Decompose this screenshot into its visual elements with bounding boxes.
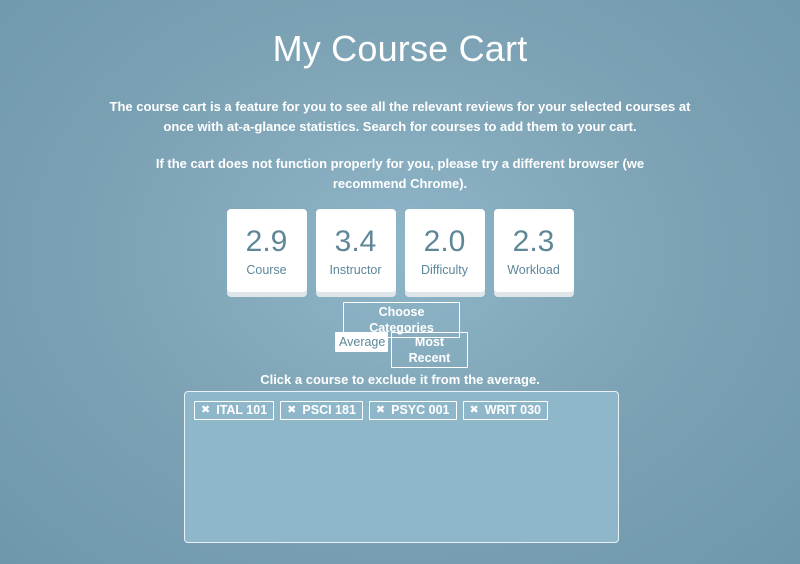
course-chip-ital-101[interactable]: ✖ ITAL 101: [194, 401, 275, 420]
remove-icon[interactable]: ✖: [287, 402, 296, 419]
stat-card-difficulty: 2.0 Difficulty: [404, 209, 485, 292]
stat-card-instructor: 3.4 Instructor: [315, 209, 396, 292]
stat-card-course: 2.9 Course: [226, 209, 307, 292]
stat-label: Course: [246, 263, 287, 277]
course-chip-label: WRIT 030: [484, 403, 541, 417]
most-recent-toggle-button[interactable]: Most Recent: [391, 332, 468, 368]
cart-description: The course cart is a feature for you to …: [109, 99, 691, 134]
stat-value: 2.9: [245, 225, 288, 258]
page-title: My Course Cart: [272, 28, 528, 69]
remove-icon[interactable]: ✖: [376, 402, 385, 419]
stat-value: 3.4: [334, 225, 377, 258]
course-chip-list: ✖ ITAL 101 ✖ PSCI 181 ✖ PSYC 001 ✖ WRIT …: [194, 401, 609, 420]
stat-label: Workload: [507, 263, 560, 277]
course-chip-label: PSYC 001: [391, 403, 450, 417]
stat-label: Difficulty: [420, 263, 468, 277]
course-chip-writ-030[interactable]: ✖ WRIT 030: [462, 401, 548, 420]
remove-icon[interactable]: ✖: [470, 402, 479, 419]
remove-icon[interactable]: ✖: [201, 402, 210, 419]
course-chip-label: ITAL 101: [216, 403, 268, 417]
course-chip-psci-181[interactable]: ✖ PSCI 181: [280, 401, 363, 420]
course-chip-label: PSCI 181: [302, 403, 356, 417]
browser-note: If the cart does not function properly f…: [155, 156, 645, 191]
stat-value: 2.0: [423, 225, 466, 258]
course-cart-box: ✖ ITAL 101 ✖ PSCI 181 ✖ PSYC 001 ✖ WRIT …: [184, 391, 619, 543]
stat-card-workload: 2.3 Workload: [493, 209, 574, 292]
stat-value: 2.3: [512, 225, 555, 258]
average-toggle-button[interactable]: Average: [335, 332, 388, 352]
stat-label: Instructor: [329, 263, 382, 277]
stats-row: 2.9 Course 3.4 Instructor 2.0 Difficulty…: [0, 209, 800, 292]
cart-hint: Click a course to exclude it from the av…: [260, 372, 540, 387]
course-chip-psyc-001[interactable]: ✖ PSYC 001: [368, 401, 457, 420]
